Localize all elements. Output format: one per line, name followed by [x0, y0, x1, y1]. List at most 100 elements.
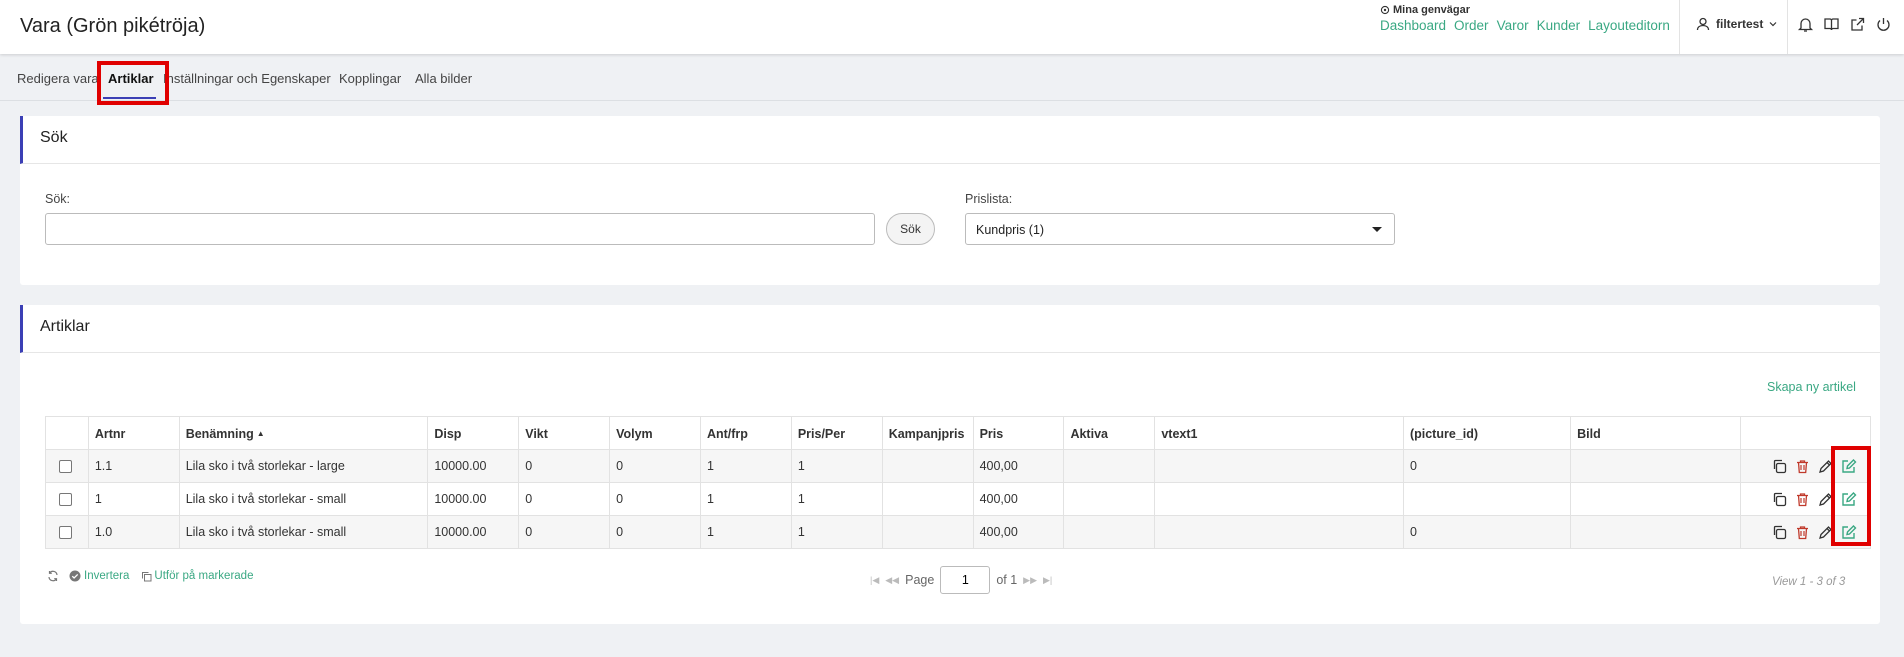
tab-redigera-vara[interactable]: Redigera vara [17, 71, 99, 86]
bulk-action-label: Utför på markerade [154, 570, 254, 582]
trash-icon[interactable] [1794, 491, 1811, 508]
shortcut-order[interactable]: Order [1454, 18, 1489, 33]
external-link-icon[interactable] [1849, 16, 1866, 33]
next-page-icon[interactable]: ▶▶ [1023, 575, 1037, 586]
row-checkbox[interactable] [59, 526, 72, 540]
page-count-label: of 1 [996, 573, 1018, 587]
search-card-title: Sök [40, 129, 68, 146]
page-label: Page [905, 573, 935, 587]
column-header-disp[interactable]: Disp [427, 416, 520, 450]
shortcut-dashboard[interactable]: Dashboard [1380, 18, 1446, 33]
search-card: Sök [20, 116, 1880, 285]
bell-icon[interactable] [1797, 16, 1814, 33]
row-actions [1740, 482, 1871, 516]
column-header-antfrp[interactable]: Ant/frp [699, 416, 792, 450]
table-cell: 1.0 [87, 515, 180, 549]
user-icon [1696, 17, 1710, 31]
pricelist-select[interactable]: Kundpris (1) [965, 213, 1395, 245]
table-cell: 1 [790, 515, 883, 549]
last-page-icon[interactable]: ▶| [1043, 575, 1052, 586]
table-cell: 400,00 [972, 449, 1065, 483]
column-header-vtext1[interactable]: vtext1 [1154, 416, 1404, 450]
table-cell: 0 [518, 449, 611, 483]
table-cell [1570, 482, 1742, 516]
table-row: 1.1 Lila sko i två storlekar - large 100… [45, 449, 1871, 483]
pencil-icon[interactable] [1817, 524, 1834, 541]
column-header-picture-id[interactable]: (picture_id) [1402, 416, 1572, 450]
pricelist-label: Prislista: [965, 192, 1013, 206]
pricelist-selected: Kundpris (1) [976, 223, 1045, 237]
shortcut-kunder[interactable]: Kunder [1537, 18, 1581, 33]
table-row: 1 Lila sko i två storlekar - small 10000… [45, 482, 1871, 516]
tab-installningar[interactable]: Inställningar och Egenskaper [163, 71, 331, 86]
table-cell: 0 [518, 482, 611, 516]
table-cell: 1 [699, 482, 792, 516]
column-header-prisper[interactable]: Pris/Per [790, 416, 883, 450]
copy-icon [142, 571, 152, 581]
table-cell: 400,00 [972, 515, 1065, 549]
prev-page-icon[interactable]: ◀◀ [885, 575, 899, 586]
pagination: |◀ ◀◀ Page of 1 ▶▶ ▶| [870, 566, 1052, 594]
tab-alla-bilder[interactable]: Alla bilder [415, 71, 472, 86]
table-cell [881, 449, 974, 483]
row-actions [1740, 515, 1871, 549]
refresh-icon[interactable] [47, 570, 59, 582]
table-cell: Lila sko i två storlekar - small [178, 482, 429, 516]
column-header-artnr[interactable]: Artnr [87, 416, 180, 450]
table-cell [1063, 515, 1156, 549]
column-header-benamning[interactable]: Benämning ▲ [178, 416, 429, 450]
book-icon[interactable] [1823, 16, 1840, 33]
shortcut-links: Dashboard Order Varor Kunder Layoutedito… [1380, 18, 1670, 33]
search-input[interactable] [45, 213, 875, 245]
shortcuts-title: Mina genvägar [1380, 4, 1670, 16]
table-cell [1063, 449, 1156, 483]
pencil-icon[interactable] [1817, 491, 1834, 508]
invert-label: Invertera [84, 570, 130, 582]
edit-square-icon[interactable] [1840, 491, 1857, 508]
edit-square-icon[interactable] [1840, 524, 1857, 541]
shortcut-layouteditorn[interactable]: Layouteditorn [1588, 18, 1670, 33]
column-header-bild[interactable]: Bild [1570, 416, 1742, 450]
column-header-kampanjpris[interactable]: Kampanjpris [881, 416, 974, 450]
power-icon[interactable] [1875, 16, 1892, 33]
tab-kopplingar[interactable]: Kopplingar [339, 71, 401, 86]
shortcut-varor[interactable]: Varor [1497, 18, 1529, 33]
page-number-input[interactable] [940, 566, 991, 594]
table-cell: 10000.00 [427, 515, 520, 549]
trash-icon[interactable] [1794, 458, 1811, 475]
user-name: filtertest [1716, 17, 1764, 31]
column-header-volym[interactable]: Volym [609, 416, 701, 450]
bulk-action-button[interactable]: Utför på markerade [141, 570, 253, 582]
table-cell: 0 [1402, 449, 1572, 483]
table-cell: 0 [609, 482, 701, 516]
table-cell: 10000.00 [427, 449, 520, 483]
edit-square-icon[interactable] [1840, 458, 1857, 475]
search-button[interactable]: Sök [886, 213, 935, 245]
copy-icon[interactable] [1771, 491, 1788, 508]
row-select-cell [45, 482, 89, 516]
copy-icon[interactable] [1771, 524, 1788, 541]
page-title: Vara (Grön pikétröja) [20, 15, 206, 37]
search-card-header: Sök [20, 116, 1880, 164]
table-cell [1154, 482, 1404, 516]
create-article-link[interactable]: Skapa ny artikel [1767, 380, 1856, 394]
pencil-icon[interactable] [1817, 458, 1834, 475]
table-cell [1570, 515, 1742, 549]
invert-selection-button[interactable]: Invertera [69, 570, 129, 582]
gear-icon [1380, 5, 1390, 15]
header-divider [1787, 0, 1788, 54]
first-page-icon[interactable]: |◀ [870, 575, 879, 586]
column-header-vikt[interactable]: Vikt [518, 416, 611, 450]
row-checkbox[interactable] [59, 493, 72, 507]
header-divider [1679, 0, 1680, 54]
copy-icon[interactable] [1771, 458, 1788, 475]
chevron-down-icon [1769, 21, 1777, 27]
trash-icon[interactable] [1794, 524, 1811, 541]
tab-artiklar[interactable]: Artiklar [108, 71, 154, 86]
column-header-aktiva[interactable]: Aktiva [1063, 416, 1156, 450]
column-header-pris[interactable]: Pris [972, 416, 1065, 450]
user-menu[interactable]: filtertest [1696, 17, 1777, 31]
row-checkbox[interactable] [59, 460, 72, 474]
sort-asc-icon: ▲ [256, 429, 265, 438]
row-select-cell [45, 449, 89, 483]
